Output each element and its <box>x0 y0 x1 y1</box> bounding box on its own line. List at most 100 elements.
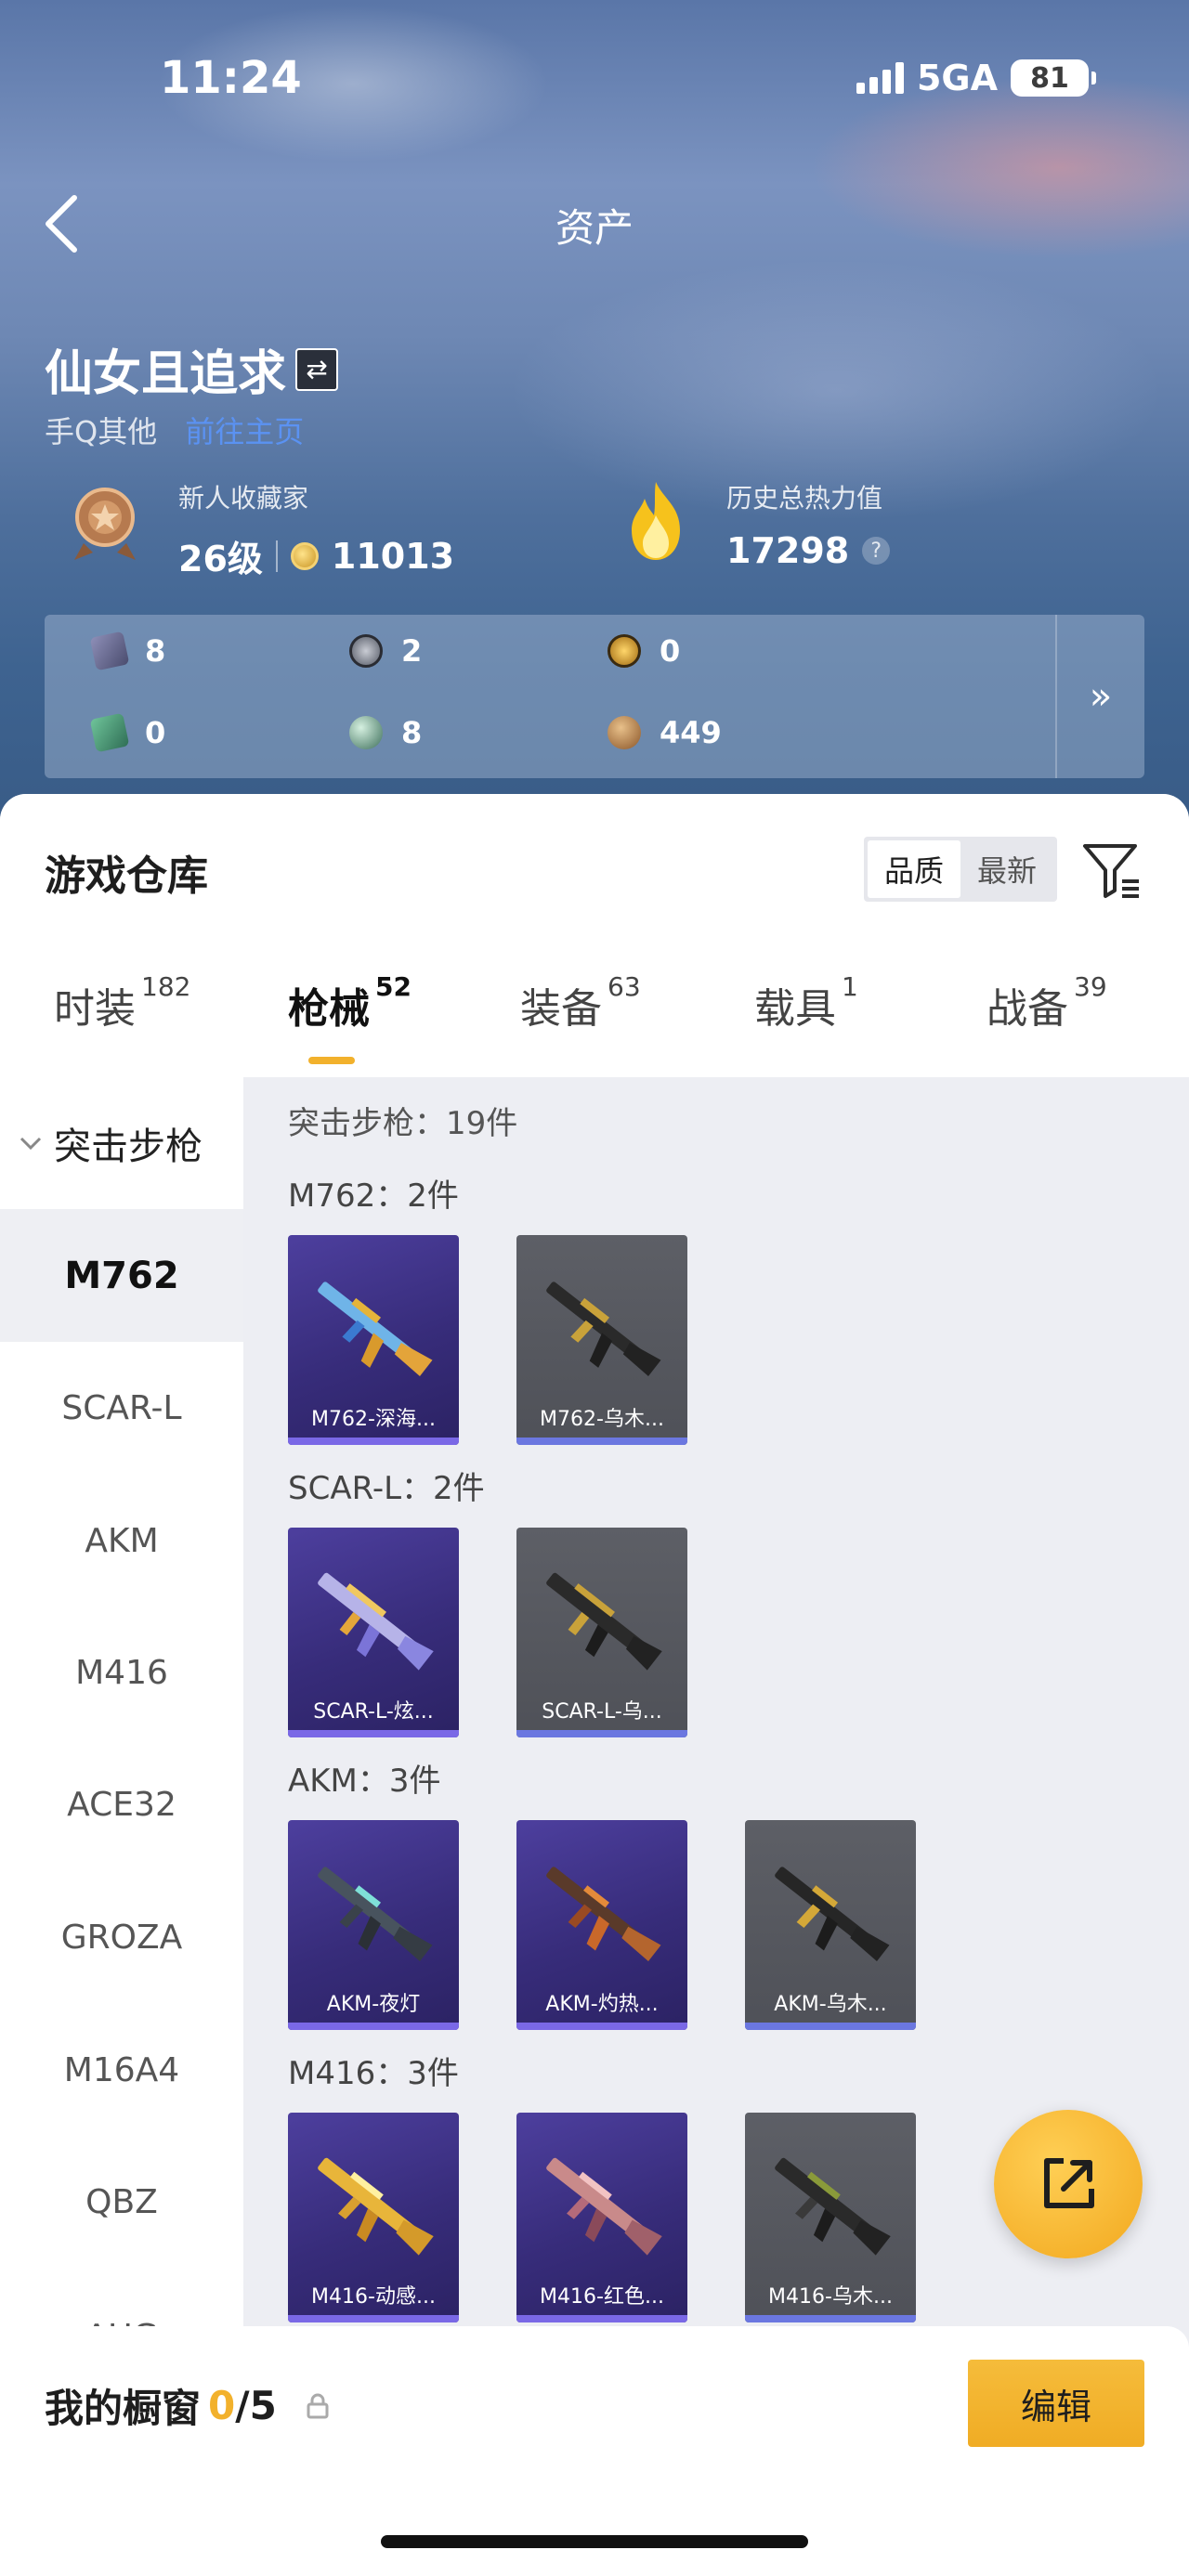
silver-token-icon <box>349 634 383 668</box>
skin-card[interactable]: M416-红色... <box>516 2113 687 2322</box>
tab-label: 枪械 <box>288 985 370 1033</box>
rifle-icon <box>775 2157 891 2256</box>
skin-card[interactable]: SCAR-L-炫... <box>288 1528 459 1737</box>
battery-level: 81 <box>1030 61 1069 95</box>
group-label: M416：3件 <box>288 2055 459 2092</box>
sidebar-item-m16a4[interactable]: M16A4 <box>0 2004 243 2137</box>
filter-icon <box>1083 844 1139 898</box>
battery-icon: 81 <box>1011 59 1096 97</box>
heat-value-section[interactable]: 历史总热力值 17298 ? <box>619 478 891 571</box>
username-row: 仙女且追求 ⇄ <box>45 334 339 404</box>
skin-name: M762-深海... <box>311 1408 436 1431</box>
skin-card[interactable]: AKM-乌木... <box>745 1820 916 2030</box>
heat-label: 历史总热力值 <box>726 483 883 514</box>
tab-count: 182 <box>141 971 191 1002</box>
sort-newest-option[interactable]: 最新 <box>960 840 1053 898</box>
rifle-icon <box>318 1572 434 1671</box>
skin-name: M416-乌木... <box>768 2285 893 2309</box>
skin-card[interactable]: AKM-夜灯 <box>288 1820 459 2030</box>
resource-item: 8 <box>349 715 422 750</box>
tab-label: 战备 <box>986 985 1068 1033</box>
showcase-title-row: 我的橱窗 0 /5 <box>45 2377 331 2434</box>
tab-guns[interactable]: 枪械 52 <box>288 971 412 1034</box>
sidebar-item-qbz[interactable]: QBZ <box>0 2136 243 2269</box>
resource-value: 8 <box>145 633 166 669</box>
resource-item: 0 <box>608 633 680 669</box>
collector-level[interactable]: 新人收藏家 26级 11013 <box>65 478 454 581</box>
rifle-icon <box>318 1867 433 1961</box>
filter-button[interactable] <box>1079 837 1144 902</box>
sort-toggle: 品质 最新 <box>864 837 1057 902</box>
tab-label: 载具 <box>754 985 836 1033</box>
platform-row: 手Q其他 前往主页 <box>45 409 304 451</box>
skin-card[interactable]: M416-乌木... <box>745 2113 916 2322</box>
flame-icon <box>632 482 680 560</box>
skin-name: SCAR-L-乌... <box>542 1700 662 1724</box>
sidebar-item-m762[interactable]: M762 <box>0 1209 243 1342</box>
tab-count: 1 <box>842 971 858 1002</box>
active-tab-indicator <box>308 1057 355 1064</box>
purple-card-icon <box>89 631 130 671</box>
sidebar-group-assault-rifle[interactable]: 突击步枪 <box>0 1077 243 1209</box>
coin-count: 11013 <box>331 535 455 577</box>
lock-icon <box>307 2393 329 2418</box>
switch-account-icon[interactable]: ⇄ <box>295 347 339 391</box>
skin-card[interactable]: M762-乌木... <box>516 1235 687 1445</box>
rifle-icon <box>546 1281 661 1376</box>
rarity-bar <box>288 1438 459 1445</box>
rarity-bar <box>288 1730 459 1737</box>
resource-value: 449 <box>660 715 722 750</box>
tab-supplies[interactable]: 战备 39 <box>986 971 1107 1034</box>
teal-orb-icon <box>349 716 383 749</box>
skin-card[interactable]: M762-深海... <box>288 1235 459 1445</box>
bronze-coin-icon <box>608 716 641 749</box>
resource-item: 2 <box>349 633 422 669</box>
share-button[interactable] <box>994 2110 1143 2258</box>
expand-resources-button[interactable]: » <box>1055 615 1144 778</box>
sidebar-item-scar-l[interactable]: SCAR-L <box>0 1342 243 1475</box>
showcase-total-count: /5 <box>235 2383 277 2428</box>
status-indicators: 5GA 81 <box>856 58 1096 98</box>
status-time: 11:24 <box>160 52 302 104</box>
rarity-bar <box>745 2315 916 2322</box>
collector-medal-icon <box>74 488 136 560</box>
edit-showcase-button[interactable]: 编辑 <box>968 2360 1144 2447</box>
skin-name: M762-乌木... <box>540 1408 664 1431</box>
rarity-bar <box>516 2023 687 2030</box>
warehouse-card: 游戏仓库 品质 最新 时装 182 枪械 52 装备 63 载具 1 战备 39 突击步枪… <box>0 794 1189 2576</box>
skin-card[interactable]: SCAR-L-乌... <box>516 1528 687 1737</box>
sidebar-item-ace32[interactable]: ACE32 <box>0 1738 243 1871</box>
divider <box>275 540 278 572</box>
rarity-bar <box>516 2315 687 2322</box>
page-title: 资产 <box>555 205 634 251</box>
skin-card[interactable]: AKM-灼热... <box>516 1820 687 2030</box>
category-tabs: 时装 182 枪械 52 装备 63 载具 1 战备 39 <box>0 938 1189 1077</box>
rarity-bar <box>516 1730 687 1737</box>
profile-link[interactable]: 前往主页 <box>185 409 304 451</box>
resource-value: 8 <box>401 715 423 750</box>
tab-fashion[interactable]: 时装 182 <box>54 971 190 1034</box>
sidebar-item-groza[interactable]: GROZA <box>0 1871 243 2004</box>
help-icon[interactable]: ? <box>862 537 891 565</box>
skin-name: M416-红色... <box>540 2285 664 2309</box>
tab-count: 39 <box>1074 971 1107 1002</box>
tab-vehicles[interactable]: 载具 1 <box>754 971 858 1034</box>
tab-label: 时装 <box>54 985 136 1033</box>
sidebar-item-akm[interactable]: AKM <box>0 1475 243 1607</box>
resource-item: 8 <box>89 631 166 671</box>
skin-name: M416-动感... <box>311 2285 436 2309</box>
double-chevron-right-icon: » <box>1089 675 1113 718</box>
signal-icon <box>856 62 904 94</box>
resource-value: 0 <box>660 633 681 669</box>
showcase-current-count: 0 <box>208 2383 236 2428</box>
sidebar-item-m416[interactable]: M416 <box>0 1607 243 1739</box>
home-indicator[interactable] <box>381 2535 808 2548</box>
skin-card[interactable]: M416-动感... <box>288 2113 459 2322</box>
skin-name: AKM-乌木... <box>774 1993 887 2016</box>
rarity-bar <box>288 2023 459 2030</box>
sort-quality-option[interactable]: 品质 <box>868 840 960 898</box>
rifle-icon <box>318 1281 433 1376</box>
showcase-title: 我的橱窗 <box>45 2386 202 2431</box>
tab-equipment[interactable]: 装备 63 <box>520 971 641 1034</box>
skin-name: AKM-夜灯 <box>326 1993 421 2016</box>
